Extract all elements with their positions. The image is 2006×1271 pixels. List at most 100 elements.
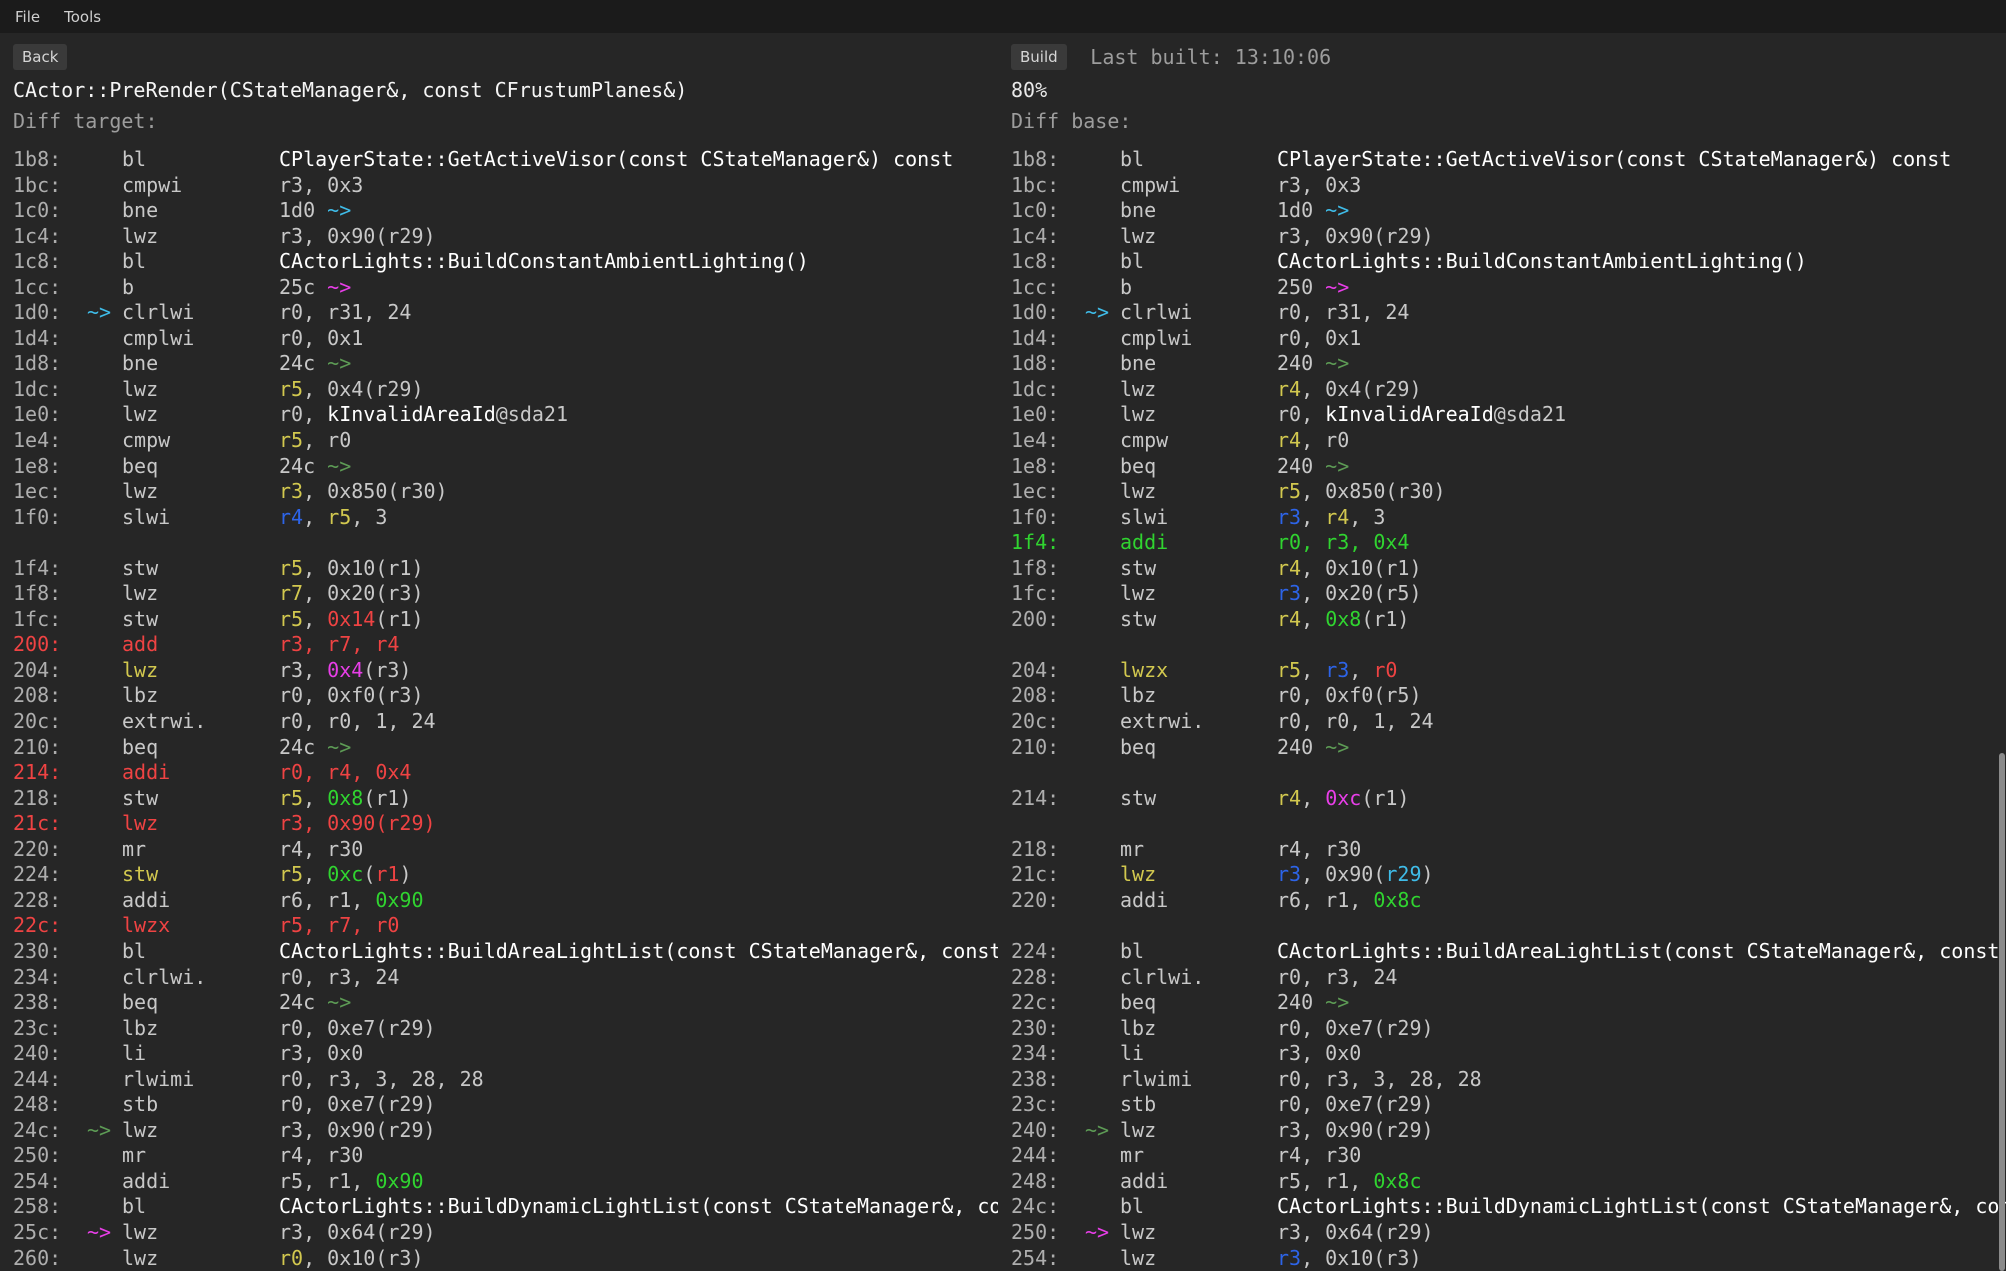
asm-row[interactable]: 1bc:cmpwir3, 0x3 [998,173,2006,199]
asm-row[interactable]: 250:~>lwzr3, 0x64(r29) [998,1220,2006,1246]
asm-row[interactable]: 230:blCActorLights::BuildAreaLightList(c… [0,939,998,965]
asm-row[interactable]: 23c:lbzr0, 0xe7(r29) [0,1016,998,1042]
asm-row[interactable]: 20c:extrwi.r0, r0, 1, 24 [0,709,998,735]
asm-row[interactable]: 1f0:slwir3, r4, 3 [998,505,2006,531]
asm-mnemonic: stw [122,786,158,812]
asm-row[interactable]: 208:lbzr0, 0xf0(r3) [0,683,998,709]
asm-row[interactable]: 1c0:bne1d0 ~> [0,198,998,224]
asm-row[interactable]: 200:addr3, r7, r4 [0,632,998,658]
asm-row[interactable]: 238:beq24c ~> [0,990,998,1016]
asm-address: 1bc: [13,173,61,199]
asm-row[interactable]: 1c0:bne1d0 ~> [998,198,2006,224]
asm-row[interactable]: 234:clrlwi.r0, r3, 24 [0,965,998,991]
asm-row[interactable]: 224:blCActorLights::BuildAreaLightList(c… [998,939,2006,965]
asm-row[interactable]: 214:stwr4, 0xc(r1) [998,786,2006,812]
asm-row[interactable]: 228:addir6, r1, 0x90 [0,888,998,914]
asm-row[interactable]: 200:stwr4, 0x8(r1) [998,607,2006,633]
asm-row[interactable]: 244:mrr4, r30 [998,1143,2006,1169]
asm-row[interactable]: 204:lwzr3, 0x4(r3) [0,658,998,684]
asm-row[interactable]: 1b8:blCPlayerState::GetActiveVisor(const… [0,147,998,173]
asm-row[interactable]: 1b8:blCPlayerState::GetActiveVisor(const… [998,147,2006,173]
asm-row[interactable]: 1e4:cmpwr4, r0 [998,428,2006,454]
asm-row[interactable]: 1f4:stwr5, 0x10(r1) [0,556,998,582]
asm-row[interactable]: 25c:~>lwzr3, 0x64(r29) [0,1220,998,1246]
asm-row[interactable]: 248:addir5, r1, 0x8c [998,1169,2006,1195]
asm-row[interactable]: 250:mrr4, r30 [0,1143,998,1169]
asm-row[interactable]: 1ec:lwzr5, 0x850(r30) [998,479,2006,505]
asm-row[interactable]: 254:lwzr3, 0x10(r3) [998,1246,2006,1271]
asm-row[interactable]: 230:lbzr0, 0xe7(r29) [998,1016,2006,1042]
asm-row[interactable]: 1f8:stwr4, 0x10(r1) [998,556,2006,582]
asm-operands: r0, 0x1 [1277,326,1361,352]
asm-row[interactable]: 1dc:lwzr4, 0x4(r29) [998,377,2006,403]
asm-row[interactable]: 1ec:lwzr3, 0x850(r30) [0,479,998,505]
asm-row[interactable]: 254:addir5, r1, 0x90 [0,1169,998,1195]
asm-row[interactable]: 1fc:lwzr3, 0x20(r5) [998,581,2006,607]
menu-tools[interactable]: Tools [52,0,113,33]
asm-row[interactable]: 1d0:~>clrlwir0, r31, 24 [0,300,998,326]
asm-row[interactable]: 218:mrr4, r30 [998,837,2006,863]
asm-row[interactable]: 220:mrr4, r30 [0,837,998,863]
back-button[interactable]: Back [13,44,67,70]
asm-row[interactable]: 1c8:blCActorLights::BuildConstantAmbient… [0,249,998,275]
asm-mnemonic: lwz [1120,862,1156,888]
asm-row[interactable]: 1d8:bne24c ~> [0,351,998,377]
asm-row-blank [998,760,2006,786]
asm-row[interactable]: 1c8:blCActorLights::BuildConstantAmbient… [998,249,2006,275]
asm-row[interactable]: 1d8:bne240 ~> [998,351,2006,377]
asm-row[interactable]: 1f0:slwir4, r5, 3 [0,505,998,531]
asm-row[interactable]: 220:addir6, r1, 0x8c [998,888,2006,914]
asm-operands: 240 ~> [1277,735,1349,761]
asm-row[interactable]: 258:blCActorLights::BuildDynamicLightLis… [0,1194,998,1220]
asm-row[interactable]: 21c:lwzr3, 0x90(r29) [0,811,998,837]
asm-row[interactable]: 24c:~>lwzr3, 0x90(r29) [0,1118,998,1144]
asm-row[interactable]: 1fc:stwr5, 0x14(r1) [0,607,998,633]
asm-row[interactable]: 1e8:beq240 ~> [998,454,2006,480]
asm-row[interactable]: 22c:lwzxr5, r7, r0 [0,913,998,939]
asm-row[interactable]: 240:~>lwzr3, 0x90(r29) [998,1118,2006,1144]
asm-row[interactable]: 1f8:lwzr7, 0x20(r3) [0,581,998,607]
asm-row[interactable]: 204:lwzxr5, r3, r0 [998,658,2006,684]
asm-row[interactable]: 1d0:~>clrlwir0, r31, 24 [998,300,2006,326]
asm-row[interactable]: 21c:lwzr3, 0x90(r29) [998,862,2006,888]
menu-file[interactable]: File [0,0,52,33]
asm-row[interactable]: 224:stwr5, 0xc(r1) [0,862,998,888]
asm-row[interactable]: 1e8:beq24c ~> [0,454,998,480]
asm-row[interactable]: 260:lwzr0, 0x10(r3) [0,1246,998,1271]
asm-row[interactable]: 210:beq240 ~> [998,735,2006,761]
asm-address: 1b8: [13,147,61,173]
scrollbar-thumb[interactable] [1999,753,2005,1271]
asm-row[interactable]: 1e0:lwzr0, kInvalidAreaId@sda21 [0,402,998,428]
asm-row[interactable]: 228:clrlwi.r0, r3, 24 [998,965,2006,991]
asm-row[interactable]: 24c:blCActorLights::BuildDynamicLightLis… [998,1194,2006,1220]
asm-row-blank [998,811,2006,837]
asm-row[interactable]: 238:rlwimir0, r3, 3, 28, 28 [998,1067,2006,1093]
asm-row[interactable]: 22c:beq240 ~> [998,990,2006,1016]
asm-row[interactable]: 214:addir0, r4, 0x4 [0,760,998,786]
asm-row[interactable]: 1e4:cmpwr5, r0 [0,428,998,454]
asm-row[interactable]: 1cc:b25c ~> [0,275,998,301]
asm-row[interactable]: 1f4:addir0, r3, 0x4 [998,530,2006,556]
asm-row[interactable]: 240:lir3, 0x0 [0,1041,998,1067]
asm-address: 230: [1011,1016,1059,1042]
asm-mnemonic: add [122,632,158,658]
asm-address: 1e8: [1011,454,1059,480]
asm-row[interactable]: 1c4:lwzr3, 0x90(r29) [998,224,2006,250]
asm-row[interactable]: 210:beq24c ~> [0,735,998,761]
asm-row[interactable]: 1bc:cmpwir3, 0x3 [0,173,998,199]
asm-row[interactable]: 208:lbzr0, 0xf0(r5) [998,683,2006,709]
asm-operands: r4, r5, 3 [279,505,387,531]
asm-row[interactable]: 1c4:lwzr3, 0x90(r29) [0,224,998,250]
asm-row[interactable]: 20c:extrwi.r0, r0, 1, 24 [998,709,2006,735]
asm-row[interactable]: 23c:stbr0, 0xe7(r29) [998,1092,2006,1118]
asm-row[interactable]: 234:lir3, 0x0 [998,1041,2006,1067]
asm-row[interactable]: 1d4:cmplwir0, 0x1 [998,326,2006,352]
asm-row[interactable]: 218:stwr5, 0x8(r1) [0,786,998,812]
asm-row[interactable]: 1cc:b250 ~> [998,275,2006,301]
asm-row[interactable]: 1dc:lwzr5, 0x4(r29) [0,377,998,403]
asm-row[interactable]: 244:rlwimir0, r3, 3, 28, 28 [0,1067,998,1093]
asm-row[interactable]: 1e0:lwzr0, kInvalidAreaId@sda21 [998,402,2006,428]
asm-row[interactable]: 1d4:cmplwir0, 0x1 [0,326,998,352]
asm-row[interactable]: 248:stbr0, 0xe7(r29) [0,1092,998,1118]
build-button[interactable]: Build [1011,44,1067,70]
